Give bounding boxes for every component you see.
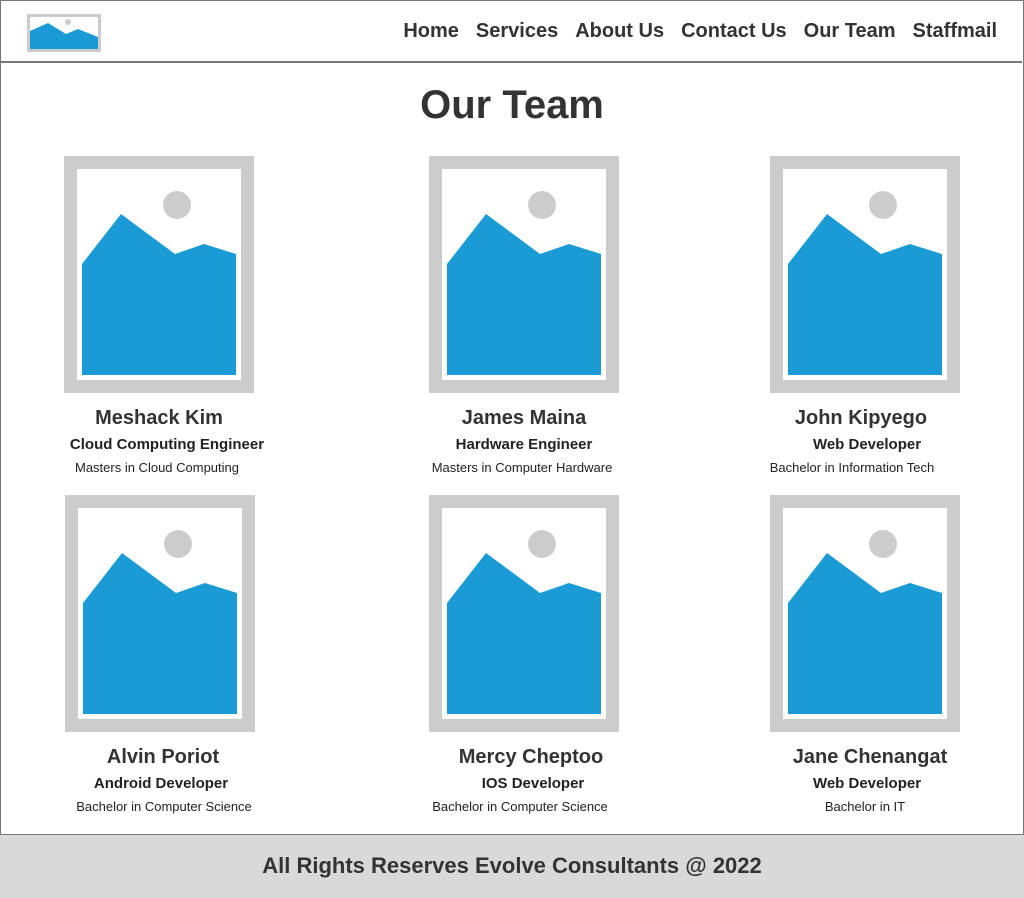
nav-home[interactable]: Home (403, 19, 459, 43)
team-photo-image-placeholder-icon (429, 495, 619, 732)
team-member-role: Android Developer (93, 775, 229, 792)
team-member-name: John Kipyego (794, 407, 928, 429)
page-title: Our Team (420, 83, 604, 127)
header: Home Services About Us Contact Us Our Te… (0, 0, 1022, 63)
footer-copyright: All Rights Reserves Evolve Consultants @… (262, 853, 762, 878)
team-member-name: Jane Chenangat (792, 746, 948, 768)
team-member-degree: Bachelor in Computer Science (432, 799, 608, 814)
team-member-degree: Masters in Computer Hardware (431, 460, 613, 475)
team-member-degree: Bachelor in Information Tech (769, 460, 935, 475)
nav-services[interactable]: Services (476, 19, 558, 43)
nav-about-us[interactable]: About Us (575, 19, 664, 43)
team-photo-image-placeholder-icon (770, 156, 960, 393)
team-member-name: Mercy Cheptoo (458, 746, 604, 768)
team-member-role: Web Developer (812, 436, 922, 453)
team-photo-image-placeholder-icon (429, 156, 619, 393)
team-photo-image-placeholder-icon (65, 495, 255, 732)
main-nav: Home Services About Us Contact Us Our Te… (403, 19, 997, 43)
team-photo-image-placeholder-icon (64, 156, 254, 393)
nav-staffmail[interactable]: Staffmail (913, 19, 997, 43)
team-member-degree: Masters in Cloud Computing (74, 460, 240, 475)
nav-contact-us[interactable]: Contact Us (681, 19, 787, 43)
team-photo-image-placeholder-icon (770, 495, 960, 732)
team-member-degree: Bachelor in Computer Science (76, 799, 252, 814)
team-member-name: Meshack Kim (95, 407, 223, 429)
nav-our-team[interactable]: Our Team (804, 19, 896, 43)
team-member-role: Web Developer (812, 775, 922, 792)
team-member-role: IOS Developer (481, 775, 585, 792)
logo-image-placeholder-icon[interactable] (27, 14, 101, 52)
team-member-role: Cloud Computing Engineer (69, 436, 265, 453)
team-member-role: Hardware Engineer (455, 436, 593, 453)
team-member-name: Alvin Poriot (106, 746, 220, 768)
team-member-degree: Bachelor in IT (824, 799, 906, 814)
team-member-name: James Maina (461, 407, 587, 429)
footer: All Rights Reserves Evolve Consultants @… (0, 835, 1024, 898)
